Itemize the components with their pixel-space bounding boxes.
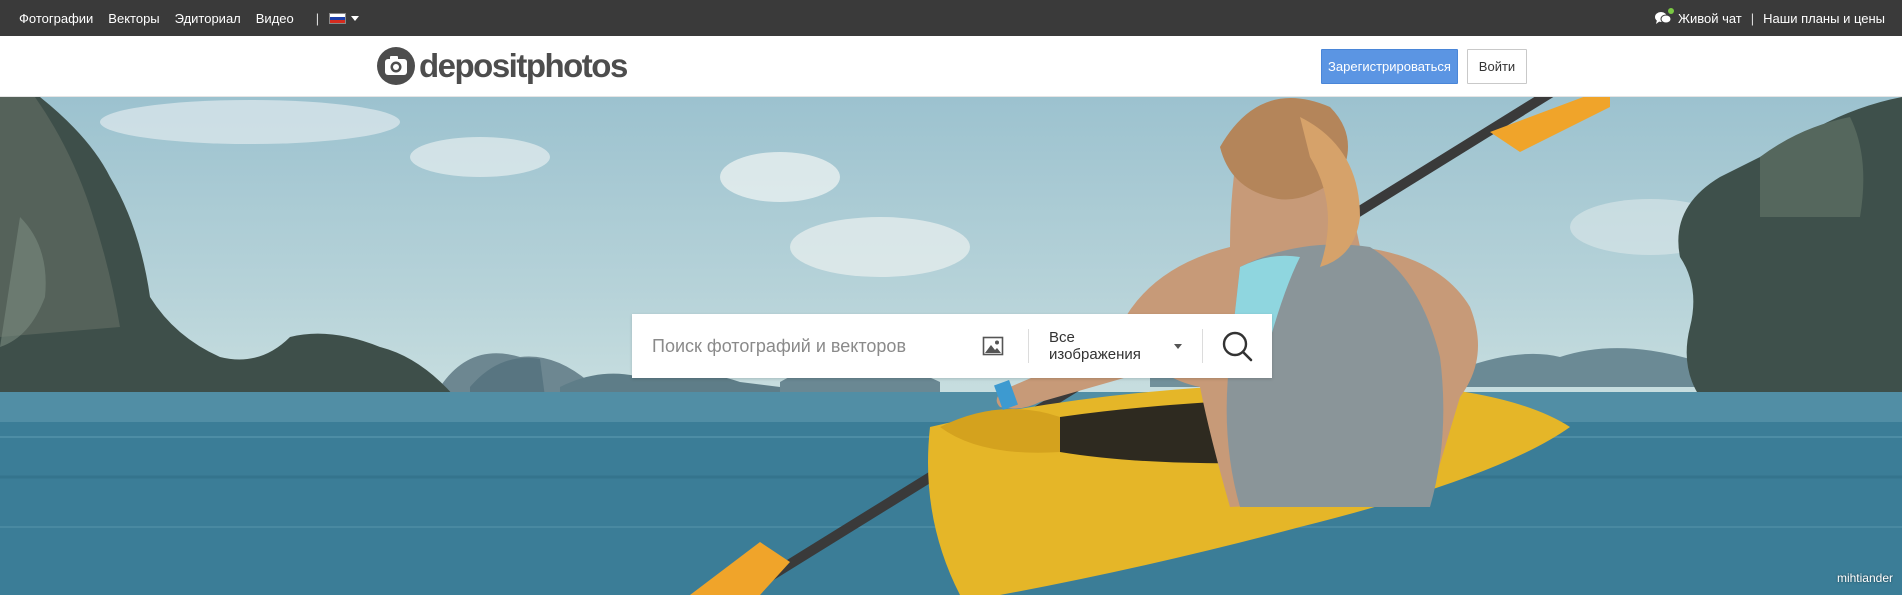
nav-vectors-link[interactable]: Векторы xyxy=(108,11,159,26)
login-button[interactable]: Войти xyxy=(1467,49,1527,84)
logo-text: depositphotos xyxy=(419,47,628,84)
photo-credit: mihtiander xyxy=(1836,571,1893,585)
image-type-dropdown[interactable]: Все изображения xyxy=(1029,314,1202,378)
language-selector[interactable] xyxy=(329,12,360,24)
site-header: depositphotos Зарегистрироваться Войти xyxy=(0,36,1902,97)
logo[interactable]: depositphotos xyxy=(376,46,628,86)
top-right-links: Живой чат | Наши планы и цены xyxy=(1654,0,1885,36)
search-button[interactable] xyxy=(1203,314,1271,378)
hero-banner: Все изображения mihtiander xyxy=(0,97,1902,595)
nav-video-link[interactable]: Видео xyxy=(256,11,294,26)
register-button[interactable]: Зарегистрироваться xyxy=(1321,49,1458,84)
chat-bubble-icon[interactable] xyxy=(1654,8,1674,25)
chevron-down-icon xyxy=(351,15,360,21)
top-right-separator: | xyxy=(1750,10,1755,26)
nav-editorial-link[interactable]: Эдиториал xyxy=(175,11,241,26)
search-box: Все изображения xyxy=(632,314,1272,378)
camera-logo-icon xyxy=(377,47,415,85)
top-nav: Фотографии Векторы Эдиториал Видео | xyxy=(19,0,360,36)
nav-photos-link[interactable]: Фотографии xyxy=(19,11,93,26)
search-input[interactable] xyxy=(632,314,982,378)
flag-ru-icon xyxy=(329,12,347,24)
image-search-icon[interactable] xyxy=(982,336,1004,356)
nav-separator: | xyxy=(315,10,320,26)
top-bar: Фотографии Векторы Эдиториал Видео | Жив… xyxy=(0,0,1902,36)
image-type-selected: Все изображения xyxy=(1049,329,1141,363)
search-icon xyxy=(1222,331,1253,362)
live-chat-link[interactable]: Живой чат xyxy=(1678,11,1742,26)
chevron-down-icon xyxy=(1174,343,1182,349)
online-status-dot xyxy=(1667,8,1674,14)
plans-pricing-link[interactable]: Наши планы и цены xyxy=(1763,11,1885,26)
